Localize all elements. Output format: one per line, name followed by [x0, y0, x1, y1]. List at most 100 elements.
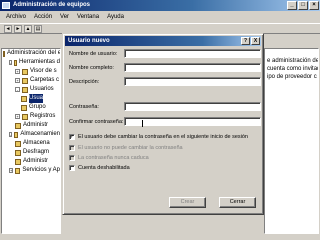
folder-icon: [22, 113, 28, 120]
details-pane: e administración del e cuenta como invit…: [264, 48, 319, 234]
folder-icon: [15, 149, 21, 156]
tree-item-label: Usuarios: [30, 86, 54, 92]
tree-item[interactable]: Desfragm: [2, 148, 60, 157]
collapse-icon[interactable]: -: [15, 87, 20, 92]
cannot-change-password-option[interactable]: El usuario no puede cambiar la contraseñ…: [69, 145, 183, 151]
password-never-expires-checkbox[interactable]: [69, 155, 75, 161]
tree-item-label: Desfragm: [23, 149, 50, 155]
password-label: Contraseña:: [69, 104, 99, 110]
account-disabled-option[interactable]: Cuenta deshabilitada: [69, 165, 130, 171]
folder-icon: [15, 140, 21, 147]
description-field[interactable]: [124, 77, 261, 86]
folder-icon: [14, 59, 17, 66]
tree-toggle-icon[interactable]: ▤: [34, 24, 42, 33]
menu-accion[interactable]: Acción: [31, 12, 55, 22]
tree-item[interactable]: + Servicios y Ap: [2, 166, 60, 175]
tree-item[interactable]: + Registros: [2, 112, 60, 121]
folder-icon: [15, 158, 21, 165]
minimize-icon[interactable]: _: [287, 1, 297, 10]
tree-item-label: Grupo: [29, 104, 46, 110]
folder-icon: [14, 131, 19, 138]
folder-icon: [15, 122, 21, 129]
tree-item-label: Almacenamien: [20, 131, 60, 137]
dialog-title-bar: Usuario nuevo ? X: [65, 36, 261, 46]
new-user-dialog: Usuario nuevo ? X Nombre de usuario: Nom…: [62, 33, 264, 215]
up-icon[interactable]: ▲: [24, 24, 32, 33]
menu-ver[interactable]: Ver: [57, 12, 72, 22]
tree-item-label: Herramientas d: [18, 59, 60, 65]
mmc-title-text: Administración de equipos: [13, 2, 91, 8]
dialog-title-buttons: ? X: [241, 37, 260, 45]
close-icon[interactable]: ×: [309, 1, 319, 10]
folder-icon: [3, 50, 5, 57]
must-change-password-option[interactable]: ✓ El usuario debe cambiar la contraseña …: [69, 134, 248, 140]
tree-item[interactable]: Almacena: [2, 139, 60, 148]
expand-icon[interactable]: +: [15, 69, 20, 74]
password-never-expires-option[interactable]: La contraseña nunca caduca: [69, 155, 149, 161]
tree-item[interactable]: Administr: [2, 121, 60, 130]
folder-icon: [21, 104, 27, 111]
tree-item-label: Administr: [23, 158, 49, 164]
description-label: Descripción:: [69, 79, 100, 85]
tree-item-label: Almacena: [23, 140, 50, 146]
folder-icon: [22, 68, 28, 75]
tree-item-label: Servicios y Ap: [22, 167, 60, 173]
tree-item[interactable]: + Visor de s: [2, 67, 60, 76]
tree-item[interactable]: Usua: [2, 94, 60, 103]
details-text-1: e administración del e: [267, 58, 319, 64]
tree-item[interactable]: Administración del e: [2, 49, 60, 58]
help-icon[interactable]: ?: [241, 37, 250, 45]
computer-management-icon: [2, 2, 10, 9]
text-cursor: [142, 120, 143, 127]
tree-item-label: Registros: [30, 113, 56, 119]
folder-icon: [15, 167, 21, 174]
tree-item-label: Administr: [23, 122, 49, 128]
folder-icon: [22, 77, 28, 84]
maximize-icon[interactable]: □: [298, 1, 308, 10]
username-field[interactable]: [124, 49, 261, 58]
tree-item-label: Administración del e: [7, 50, 61, 56]
console-tree: Administración del e - Herramientas d + Viso…: [1, 48, 61, 234]
forward-icon[interactable]: ►: [14, 24, 22, 33]
dialog-close-icon[interactable]: X: [251, 37, 260, 45]
mmc-window-buttons: _ □ ×: [287, 1, 319, 10]
account-disabled-label: Cuenta deshabilitada: [78, 165, 130, 171]
menu-bar: Archivo Acción Ver Ventana Ayuda: [0, 12, 320, 22]
tree-item-label: Visor de s: [30, 68, 57, 74]
account-disabled-checkbox[interactable]: [69, 165, 75, 171]
expand-icon[interactable]: +: [15, 114, 20, 119]
folder-icon: [22, 86, 28, 93]
menu-ayuda[interactable]: Ayuda: [104, 12, 127, 22]
details-text-2: cuenta como invitado: [267, 66, 319, 72]
cannot-change-password-checkbox[interactable]: [69, 145, 75, 151]
fullname-label: Nombre completo:: [69, 65, 114, 71]
back-icon[interactable]: ◄: [4, 24, 12, 33]
tree-item[interactable]: - Herramientas d: [2, 58, 60, 67]
dialog-title: Usuario nuevo: [68, 38, 110, 44]
create-button[interactable]: Crear: [169, 197, 206, 208]
tree-item-label: Usua: [29, 94, 44, 103]
must-change-password-label: El usuario debe cambiar la contraseña en…: [78, 134, 248, 140]
menu-ventana[interactable]: Ventana: [74, 12, 102, 22]
tree-item[interactable]: - Usuarios: [2, 85, 60, 94]
folder-icon: [21, 95, 27, 102]
menu-archivo[interactable]: Archivo: [3, 12, 29, 22]
tree-item[interactable]: + Carpetas c: [2, 76, 60, 85]
close-button[interactable]: Cerrar: [219, 197, 256, 208]
collapse-icon[interactable]: -: [9, 60, 13, 65]
tree-item[interactable]: - Almacenamien: [2, 130, 60, 139]
confirm-password-label: Confirmar contraseña:: [69, 119, 124, 125]
must-change-password-checkbox[interactable]: ✓: [69, 134, 75, 140]
collapse-icon[interactable]: -: [9, 132, 13, 137]
tree-item[interactable]: Administr: [2, 157, 60, 166]
expand-icon[interactable]: +: [15, 78, 20, 83]
confirm-password-field[interactable]: [124, 117, 261, 126]
fullname-field[interactable]: [124, 63, 261, 72]
password-field[interactable]: [124, 102, 261, 111]
mmc-title-bar: Administración de equipos _ □ ×: [0, 0, 320, 11]
cannot-change-password-label: El usuario no puede cambiar la contraseñ…: [78, 145, 183, 151]
tree-item[interactable]: Grupo: [2, 103, 60, 112]
expand-icon[interactable]: +: [9, 168, 14, 173]
username-label: Nombre de usuario:: [69, 51, 118, 57]
details-text-3: ipo de proveedor c: [267, 74, 317, 80]
